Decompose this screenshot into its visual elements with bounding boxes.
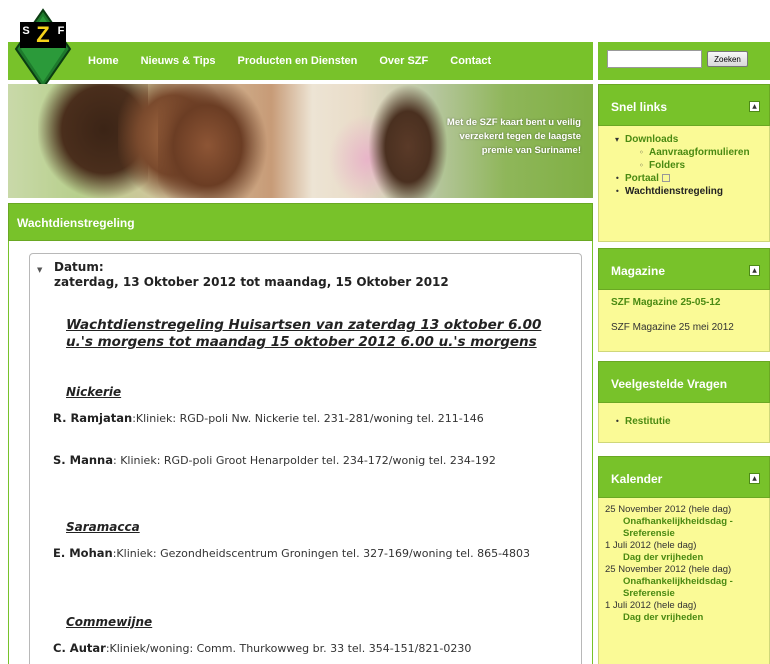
district-heading: Saramacca [66,520,140,534]
bullet-icon: ◦ [639,161,644,170]
doctor-entry: E. Mohan:Kliniek: Gezondheidscentrum Gro… [53,546,553,561]
magazine-link[interactable]: SZF Magazine 25-05-12 [611,296,769,309]
magazine-body: SZF Magazine 25-05-12 SZF Magazine 25 me… [598,290,770,352]
nav-nieuws-tips[interactable]: Nieuws & Tips [141,55,216,67]
faq-header: Veelgestelde Vragen [598,361,770,403]
page-title: Wachtdienstregeling [17,216,135,230]
collapse-toggle-icon[interactable]: ▲ [749,265,760,276]
nav-home[interactable]: Home [88,55,119,67]
magazine-title: Magazine [611,264,666,278]
quicklink-downloads[interactable]: ▾ Downloads [615,133,769,146]
expand-arrow-icon: ▾ [615,135,620,144]
kalender-block: Kalender ▲ 25 November 2012 (hele dag) O… [598,456,770,664]
doctor-detail: :Kliniek: Gezondheidscentrum Groningen t… [112,547,531,560]
event-link[interactable]: Dag der vrijheden [599,552,769,564]
kalender-title: Kalender [611,472,663,486]
district-heading: Commewijne [66,615,153,629]
district-heading: Nickerie [66,385,122,399]
kalender-header: Kalender ▲ [598,456,770,498]
szf-logo[interactable]: Z S F [14,8,72,90]
doctor-detail: : Kliniek: RGD-poli Groot Henarpolder te… [113,454,496,467]
quicklink-aanvraagformulieren[interactable]: ◦ Aanvraagformulieren [615,146,769,159]
quicklink-portaal[interactable]: • Portaal [615,172,769,185]
quicklinks-title: Snel links [611,100,668,114]
content-header: Wachtdienstregeling [8,203,593,241]
nav-producten-diensten[interactable]: Producten en Diensten [238,55,358,67]
schedule-title: Wachtdienstregeling Huisartsen van zater… [66,317,542,350]
doctor-entry: C. Autar:Kliniek/woning: Comm. Thurkowwe… [53,641,553,656]
collapse-arrow-icon[interactable]: ▼ [37,266,42,274]
kalender-body: 25 November 2012 (hele dag) Onafhankelij… [598,498,770,664]
magazine-block: Magazine ▲ SZF Magazine 25-05-12 SZF Mag… [598,248,770,352]
banner-slogan: Met de SZF kaart bent u veilig verzekerd… [446,117,581,156]
faq-block: Veelgestelde Vragen • Restitutie [598,361,770,443]
svg-text:S: S [22,25,29,37]
doctor-name: S. Manna [53,453,113,467]
event-link[interactable]: Onafhankelijkheidsdag - Sreferensie [599,576,769,600]
bullet-icon: • [615,417,620,426]
svg-text:Z: Z [36,22,49,47]
datum-label: Datum: [54,260,104,274]
banner-photo-child-face [158,84,268,198]
event-date: 1 Juli 2012 (hele dag) [605,600,697,611]
banner-photo-man [368,84,448,198]
doctor-entry: S. Manna: Kliniek: RGD-poli Groot Henarp… [53,453,553,468]
search-input[interactable] [607,50,702,68]
event-date: 25 November 2012 (hele dag) [605,504,732,515]
magazine-header: Magazine ▲ [598,248,770,290]
event-link[interactable]: Onafhankelijkheidsdag - Sreferensie [599,516,769,540]
quicklinks-block: Snel links ▲ ▾ Downloads ◦ Aanvraagformuli… [598,84,770,242]
bullet-icon: ◦ [639,148,644,157]
magazine-text: SZF Magazine 25 mei 2012 [611,322,734,333]
event-date: 1 Juli 2012 (hele dag) [605,540,697,551]
datum-value: zaterdag, 13 Oktober 2012 tot maandag, 1… [54,275,449,289]
event-link[interactable]: Dag der vrijheden [599,612,769,624]
faq-body: • Restitutie [598,403,770,443]
quicklinks-body: ▾ Downloads ◦ Aanvraagformulieren ◦ Folders… [598,126,770,242]
svg-text:F: F [58,25,65,37]
main-nav: Home Nieuws & Tips Producten en Diensten… [88,55,513,67]
doctor-detail: :Kliniek/woning: Comm. Thurkowweg br. 33… [105,642,472,655]
bullet-icon: • [615,174,620,183]
quicklink-folders[interactable]: ◦ Folders [615,159,769,172]
quicklinks-header: Snel links ▲ [598,84,770,126]
doctor-name: R. Ramjatan [53,411,133,425]
faq-title: Veelgestelde Vragen [611,377,728,391]
external-link-icon [661,174,670,182]
nav-over-szf[interactable]: Over SZF [379,55,428,67]
doctor-name: C. Autar [53,641,106,655]
doctor-name: E. Mohan [53,546,113,560]
bullet-icon: • [615,187,620,196]
quicklink-wachtdienstregeling[interactable]: • Wachtdienstregeling [615,185,769,198]
collapse-toggle-icon[interactable]: ▲ [749,473,760,484]
faq-item-restitutie[interactable]: • Restitutie [615,415,769,428]
nav-contact[interactable]: Contact [450,55,491,67]
event-date: 25 November 2012 (hele dag) [605,564,732,575]
doctor-detail: :Kliniek: RGD-poli Nw. Nickerie tel. 231… [132,412,484,425]
search-button[interactable]: Zoeken [707,51,748,67]
collapse-toggle-icon[interactable]: ▲ [749,101,760,112]
hero-banner: Met de SZF kaart bent u veilig verzekerd… [8,84,593,198]
doctor-entry: R. Ramjatan:Kliniek: RGD-poli Nw. Nicker… [53,411,553,426]
